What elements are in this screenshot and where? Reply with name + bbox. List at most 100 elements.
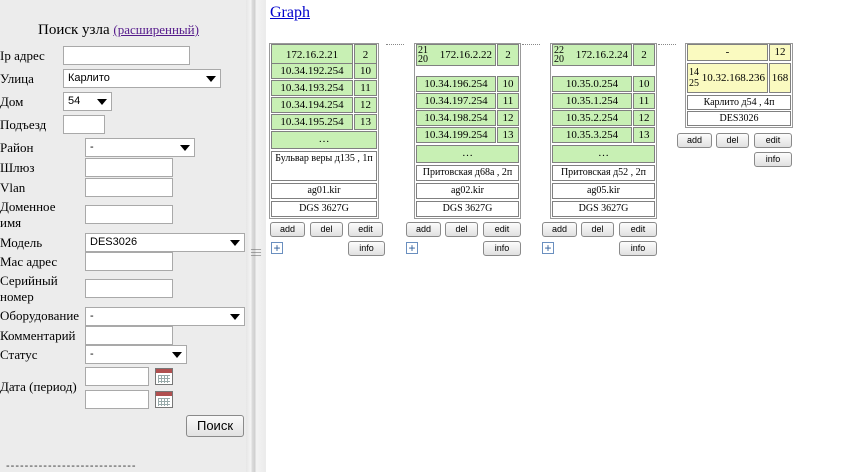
vlan-input[interactable] [85, 178, 173, 197]
port-ip: 10.34.197.254 [416, 93, 496, 109]
status-label: Статус [0, 347, 38, 362]
port-number: 13 [633, 127, 655, 143]
district-label: Район [0, 140, 34, 155]
port-row[interactable]: 10.35.0.254 10 [552, 76, 655, 92]
calendar-icon[interactable] [155, 391, 173, 408]
info-button[interactable]: info [754, 152, 792, 167]
ip-input[interactable] [63, 46, 190, 65]
add-button[interactable]: add [542, 222, 577, 237]
port-row[interactable]: 10.34.194.254 12 [271, 97, 377, 113]
port-row[interactable]: 10.34.199.254 13 [416, 127, 519, 143]
port-ip: 10.34.194.254 [271, 97, 353, 113]
date-label: Дата (период) [0, 379, 77, 394]
port-ip: 10.34.192.254 [271, 63, 353, 79]
node-small-labels: 22 20 [554, 46, 564, 65]
port-number: 12 [633, 110, 655, 126]
expand-icon[interactable]: + [271, 242, 283, 254]
node-header: - 12 [687, 44, 791, 61]
domain-input[interactable] [85, 205, 173, 224]
port-ip: 10.35.2.254 [552, 110, 632, 126]
node-box: 21 20 172.16.2.22 2 10.34.196.254 10 10.34.… [414, 43, 521, 219]
node-ip[interactable]: 21 20 172.16.2.22 [416, 44, 496, 66]
calendar-icon[interactable] [155, 368, 173, 385]
status-select-value: - [90, 348, 94, 360]
node-count: 2 [497, 44, 519, 66]
more-ports[interactable]: … [552, 145, 655, 163]
port-row[interactable]: 10.34.193.254 11 [271, 80, 377, 96]
gateway-label: Шлюз [0, 160, 35, 175]
add-button[interactable]: add [406, 222, 441, 237]
port-row[interactable]: 10.35.3.254 13 [552, 127, 655, 143]
node-ip[interactable]: 22 20 172.16.2.24 [552, 44, 632, 66]
add-button[interactable]: add [677, 133, 712, 148]
port-row[interactable]: 10.34.192.254 10 [271, 63, 377, 79]
node-ip[interactable]: - [687, 44, 768, 61]
gateway-input[interactable] [85, 158, 173, 177]
switch-node: 21 20 172.16.2.22 2 10.34.196.254 10 10.34.… [406, 43, 521, 256]
port-ip: 10.34.193.254 [271, 80, 353, 96]
chevron-down-icon [180, 145, 190, 151]
equipment-select[interactable]: - [85, 307, 245, 326]
model-select[interactable]: DES3026 [85, 233, 245, 252]
port-number: 11 [633, 93, 655, 109]
edit-button[interactable]: edit [348, 222, 383, 237]
node-address: Карлито д54 , 4п [687, 95, 791, 110]
date-to-input[interactable] [85, 390, 149, 409]
port-row[interactable]: 10.34.196.254 10 [416, 76, 519, 92]
port-row[interactable]: 10.34.198.254 12 [416, 110, 519, 126]
street-select[interactable]: Карлито [63, 69, 221, 88]
node-small-b: 20 [554, 54, 564, 65]
info-button[interactable]: info [483, 241, 521, 256]
house-select-value: 54 [68, 95, 81, 107]
node-address: Бульвар веры д135 , 1п [271, 151, 377, 181]
del-button[interactable]: del [716, 133, 749, 148]
more-ports[interactable]: … [416, 145, 519, 163]
info-button[interactable]: info [348, 241, 385, 256]
info-button[interactable]: info [619, 241, 657, 256]
house-select[interactable]: 54 [63, 92, 112, 111]
model-label: Модель [0, 235, 43, 250]
node-header: 21 20 172.16.2.22 2 [416, 44, 519, 66]
port-row[interactable]: 10.34.195.254 13 [271, 114, 377, 130]
node-count: 12 [769, 44, 791, 61]
expand-icon[interactable]: + [542, 242, 554, 254]
port-row[interactable]: 10.35.1.254 11 [552, 93, 655, 109]
node-box: 172.16.2.21 2 10.34.192.254 10 10.34.193.… [269, 43, 379, 219]
more-ports[interactable]: … [271, 131, 377, 149]
expand-icon[interactable]: + [406, 242, 418, 254]
port-row[interactable]: 10.35.2.254 12 [552, 110, 655, 126]
mac-label: Мас адрес [0, 254, 58, 269]
serial-label: Серийный номер [0, 273, 58, 304]
del-button[interactable]: del [581, 222, 614, 237]
status-select[interactable]: - [85, 345, 187, 364]
port-ip: 10.35.1.254 [552, 93, 632, 109]
node-sub-ip[interactable]: 14 25 10.32.168.236 [687, 63, 768, 93]
search-title-text: Поиск узла [38, 22, 110, 38]
date-from-input[interactable] [85, 367, 149, 386]
port-ip: 10.34.195.254 [271, 114, 353, 130]
port-number: 13 [497, 127, 519, 143]
panel-splitter[interactable]: — — — [246, 0, 266, 472]
model-select-value: DES3026 [90, 236, 138, 248]
search-button[interactable]: Поиск [186, 415, 244, 437]
entrance-input[interactable] [63, 115, 105, 134]
edit-button[interactable]: edit [754, 133, 792, 148]
edit-button[interactable]: edit [483, 222, 521, 237]
equipment-select-value: - [90, 310, 94, 322]
add-button[interactable]: add [270, 222, 305, 237]
comment-input[interactable] [85, 326, 173, 345]
del-button[interactable]: del [445, 222, 478, 237]
house-label: Дом [0, 94, 24, 109]
serial-input[interactable] [85, 279, 173, 298]
chevron-down-icon [97, 99, 107, 105]
node-ip-text: 172.16.2.24 [575, 49, 628, 61]
node-model: DGS 3627G [271, 201, 377, 217]
port-number: 12 [497, 110, 519, 126]
mac-input[interactable] [85, 252, 173, 271]
del-button[interactable]: del [310, 222, 343, 237]
district-select[interactable]: - [85, 138, 195, 157]
edit-button[interactable]: edit [619, 222, 657, 237]
graph-link[interactable]: Graph [270, 4, 310, 22]
advanced-search-link[interactable]: (расширенный) [113, 22, 199, 37]
port-row[interactable]: 10.34.197.254 11 [416, 93, 519, 109]
